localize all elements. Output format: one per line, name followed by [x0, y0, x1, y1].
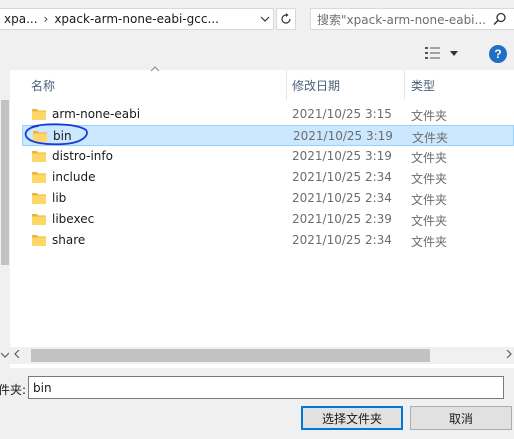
- file-name: include: [52, 170, 96, 184]
- cancel-button[interactable]: 取消: [410, 406, 512, 430]
- folder-label: 文件夹:: [0, 383, 27, 397]
- file-type: 文件夹: [411, 214, 448, 228]
- search-placeholder: 搜索"xpack-arm-none-eabi...: [317, 12, 486, 27]
- refresh-icon: [281, 13, 291, 24]
- search-input[interactable]: 搜索"xpack-arm-none-eabi...: [310, 8, 514, 30]
- folder-icon: [32, 193, 46, 204]
- hand-drawn-annotation-circle: [24, 123, 88, 146]
- breadcrumb-current[interactable]: xpack-arm-none-eabi-gcc...: [54, 12, 219, 26]
- file-date: 2021/10/25 2:34: [292, 170, 392, 184]
- select-folder-button[interactable]: 选择文件夹: [301, 406, 403, 430]
- vertical-scrollbar-thumb[interactable]: [1, 100, 9, 265]
- help-icon: ?: [494, 47, 502, 61]
- file-row[interactable]: bin 2021/10/25 3:19 文件夹: [22, 125, 514, 146]
- file-row[interactable]: share 2021/10/25 2:34 文件夹: [22, 230, 514, 251]
- file-type: 文件夹: [411, 235, 448, 249]
- search-icon[interactable]: [492, 11, 508, 27]
- file-date: 2021/10/25 3:19: [293, 129, 393, 143]
- file-name: share: [52, 233, 86, 247]
- column-header-date[interactable]: 修改日期: [292, 70, 340, 100]
- help-button[interactable]: ?: [489, 45, 507, 63]
- column-header-name[interactable]: 名称: [31, 70, 55, 100]
- file-name: distro-info: [52, 149, 113, 163]
- sort-ascending-icon: [150, 66, 160, 72]
- breadcrumb-separator[interactable]: ›: [38, 12, 55, 26]
- folder-icon: [32, 235, 46, 246]
- view-options-icon[interactable]: [425, 46, 441, 60]
- file-name: lib: [52, 191, 67, 205]
- file-type: 文件夹: [411, 193, 448, 207]
- file-date: 2021/10/25 2:34: [292, 233, 392, 247]
- file-name: libexec: [52, 212, 95, 226]
- column-header-type[interactable]: 类型: [411, 70, 435, 100]
- file-name: arm-none-eabi: [52, 107, 141, 121]
- file-type: 文件夹: [411, 109, 448, 123]
- horizontal-scrollbar-thumb[interactable]: [31, 349, 430, 362]
- file-row[interactable]: libexec 2021/10/25 2:39 文件夹: [22, 209, 514, 230]
- folder-icon: [32, 151, 46, 162]
- file-row[interactable]: lib 2021/10/25 2:34 文件夹: [22, 188, 514, 209]
- address-dropdown-chevron-down-icon[interactable]: [256, 8, 274, 30]
- address-bar[interactable]: xpa... › xpack-arm-none-eabi-gcc...: [0, 8, 274, 30]
- file-type: 文件夹: [412, 131, 449, 145]
- file-type: 文件夹: [411, 151, 448, 165]
- file-row[interactable]: arm-none-eabi 2021/10/25 3:15 文件夹: [22, 104, 514, 125]
- folder-icon: [32, 214, 46, 225]
- folder-icon: [32, 109, 46, 120]
- file-date: 2021/10/25 3:15: [292, 107, 392, 121]
- view-dropdown-icon[interactable]: [450, 46, 458, 59]
- folder-name-input[interactable]: [28, 376, 504, 399]
- file-row[interactable]: include 2021/10/25 2:34 文件夹: [22, 167, 514, 188]
- folder-icon: [32, 172, 46, 183]
- scroll-left-arrow-icon[interactable]: [14, 349, 20, 361]
- file-date: 2021/10/25 3:19: [292, 149, 392, 163]
- breadcrumb-parent[interactable]: xpa...: [0, 12, 38, 26]
- column-divider[interactable]: [404, 70, 405, 100]
- scroll-right-arrow-icon[interactable]: [506, 349, 512, 361]
- refresh-button[interactable]: [276, 8, 296, 30]
- file-date: 2021/10/25 2:39: [292, 212, 392, 226]
- scroll-down-arrow-icon[interactable]: [0, 351, 10, 361]
- file-row[interactable]: distro-info 2021/10/25 3:19 文件夹: [22, 146, 514, 167]
- file-date: 2021/10/25 2:34: [292, 191, 392, 205]
- column-divider[interactable]: [286, 70, 287, 100]
- file-type: 文件夹: [411, 172, 448, 186]
